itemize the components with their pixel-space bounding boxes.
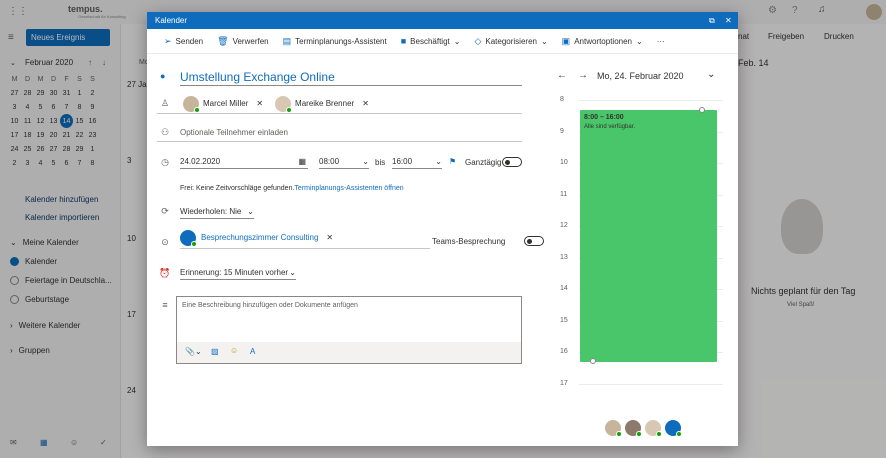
discard-button[interactable]: 🗑 Verwerfen: [217, 36, 268, 47]
calendar-picker-icon[interactable]: ▦: [298, 154, 306, 169]
scheduling-assistant-button[interactable]: ▤ Terminplanungs-Assistent: [283, 36, 387, 47]
chevron-down-icon: ⌄: [247, 207, 254, 216]
response-options-dropdown[interactable]: ▣ Antwortoptionen ⌄: [562, 36, 643, 47]
free-info: Frei: Keine Zeitvorschläge gefunden.Term…: [180, 185, 404, 192]
hour-label: 10: [560, 159, 568, 166]
more-options-icon[interactable]: ···: [657, 37, 665, 46]
chevron-down-icon: ⌄: [362, 157, 369, 166]
attendee-chip[interactable]: Marcel Miller ✕: [183, 95, 263, 113]
prev-day-icon[interactable]: ←: [557, 70, 567, 81]
format-icon[interactable]: A: [250, 347, 255, 356]
end-time-field[interactable]: 16:00 ⌄: [392, 154, 442, 169]
location-icon: ⊙: [161, 237, 169, 247]
scheduling-icon: ▤: [282, 35, 292, 46]
remove-icon[interactable]: ✕: [362, 99, 369, 108]
hour-label: 8: [560, 96, 564, 103]
repeat-dropdown[interactable]: Wiederholen: Nie ⌄: [180, 204, 254, 219]
event-dialog: Kalender ⧉ ✕ ➢ Senden 🗑 Verwerfen ▤ Terminp…: [147, 12, 738, 446]
response-icon: ▣: [561, 35, 571, 46]
busy-icon: ■: [400, 36, 407, 46]
close-icon[interactable]: ✕: [725, 12, 732, 29]
chevron-down-icon: ⌄: [453, 36, 461, 46]
day-pane-date: Mo, 24. Februar 2020: [597, 71, 684, 81]
dialog-titlebar: Kalender ⧉ ✕: [147, 12, 738, 29]
chevron-down-icon: ⌄: [289, 268, 296, 277]
remove-icon[interactable]: ✕: [326, 233, 333, 242]
hour-label: 17: [560, 379, 568, 387]
image-icon[interactable]: ▨: [211, 347, 219, 356]
next-day-icon[interactable]: →: [578, 70, 588, 81]
subject-field[interactable]: Umstellung Exchange Online: [180, 68, 522, 86]
avatar: [275, 95, 293, 113]
alarm-icon: ⏰: [159, 268, 171, 278]
emoji-icon[interactable]: ☺: [230, 346, 238, 355]
date-field[interactable]: 24.02.2020 ▦: [180, 154, 308, 169]
chevron-down-icon: ⌄: [435, 157, 442, 166]
teams-toggle[interactable]: [524, 236, 545, 246]
chevron-down-icon: ⌄: [540, 36, 548, 46]
hour-label: 13: [560, 253, 568, 261]
send-button[interactable]: ➢ Senden: [164, 36, 203, 47]
teams-label: Teams-Besprechung: [432, 237, 506, 246]
remove-icon[interactable]: ✕: [256, 99, 263, 108]
hour-label: 9: [560, 127, 564, 135]
busy-dropdown[interactable]: ■ Beschäftigt ⌄: [401, 36, 461, 46]
timezone-icon[interactable]: ⚑: [449, 157, 456, 166]
all-day-label: Ganztägig: [465, 158, 502, 167]
description-placeholder: Eine Beschreibung hinzufügen oder Dokume…: [182, 302, 358, 309]
repeat-icon: ⟳: [161, 206, 169, 216]
avatar: [625, 420, 642, 437]
avatar: [665, 420, 682, 437]
avatar: [183, 95, 200, 113]
hour-label: 15: [560, 316, 568, 324]
event-status: Alle sind verfügbar.: [584, 124, 636, 130]
hour-label: 12: [560, 222, 568, 229]
send-icon: ➢: [164, 35, 172, 46]
resize-handle[interactable]: [590, 358, 596, 364]
reminder-dropdown[interactable]: Erinnerung: 15 Minuten vorher ⌄: [180, 265, 296, 280]
resize-handle[interactable]: [699, 107, 705, 113]
categorize-dropdown[interactable]: ◇ Kategorisieren ⌄: [474, 36, 547, 47]
attendee-chip[interactable]: Mareike Brenner ✕: [275, 95, 369, 113]
start-time-field[interactable]: 08:00 ⌄: [319, 154, 369, 169]
add-people-icon: ⚇: [160, 127, 170, 137]
attendees-row[interactable]: ♙ Marcel Miller ✕ Mareike Brenner ✕: [157, 94, 522, 114]
event-time: 8:00 – 16:00: [584, 114, 624, 121]
to-label: bis: [375, 158, 386, 167]
dialog-title: Kalender: [155, 16, 188, 25]
trash-icon: 🗑: [217, 35, 229, 46]
avatar: [605, 420, 622, 437]
clock-icon: ◷: [161, 157, 169, 167]
optional-row[interactable]: ⚇ Optionale Teilnehmer einladen: [157, 124, 522, 142]
attendee-avatars: [605, 420, 682, 437]
hour-label: 16: [560, 348, 568, 355]
description-editor[interactable]: Eine Beschreibung hinzufügen oder Dokume…: [176, 296, 522, 364]
chevron-down-icon[interactable]: ⌄: [707, 69, 715, 80]
dialog-toolbar: ➢ Senden 🗑 Verwerfen ▤ Terminplanungs-Assis…: [147, 29, 738, 54]
optional-attendees-input[interactable]: Optionale Teilnehmer einladen: [180, 128, 288, 137]
hour-label: 11: [560, 190, 568, 198]
hour-label: 14: [560, 285, 568, 292]
avatar: [645, 420, 662, 437]
location-field[interactable]: Besprechungszimmer Consulting ✕: [180, 227, 430, 249]
notes-icon: ≡: [162, 300, 168, 310]
proposed-event-block[interactable]: 8:00 – 16:00 Alle sind verfügbar.: [580, 107, 717, 364]
popout-icon[interactable]: ⧉: [709, 12, 715, 29]
tag-icon: ◇: [474, 35, 482, 46]
room-icon: [180, 229, 197, 247]
scheduling-assistant-link[interactable]: Terminplanungs-Assistenten öffnen: [294, 185, 403, 192]
person-icon: ♙: [160, 98, 170, 108]
attach-icon[interactable]: 📎⌄: [185, 347, 202, 356]
all-day-toggle[interactable]: [502, 157, 522, 167]
bullet-icon: ●: [160, 71, 166, 81]
editor-toolbar: 📎⌄ ▨ ☺ A: [177, 342, 521, 363]
chevron-down-icon: ⌄: [636, 36, 643, 46]
